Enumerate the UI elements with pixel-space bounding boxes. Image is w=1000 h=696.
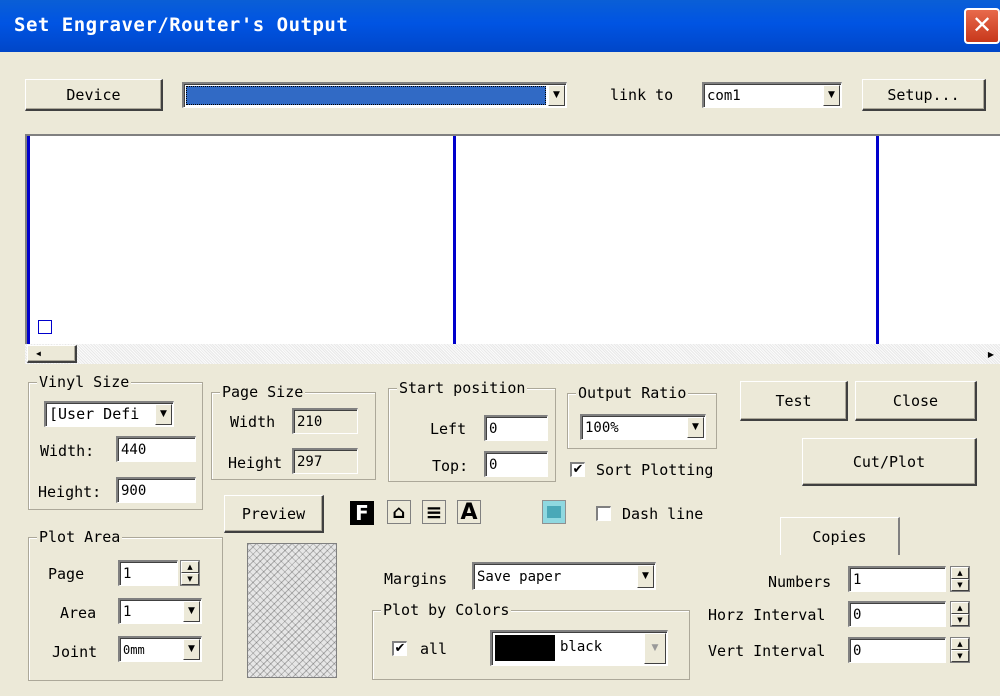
spin-down-icon[interactable]: ▼ bbox=[951, 614, 969, 626]
plot-page-label: Page bbox=[48, 565, 85, 583]
align-lines-icon[interactable]: ≡ bbox=[422, 500, 446, 524]
vinyl-height-label: Height: bbox=[38, 483, 102, 501]
window-title: Set Engraver/Router's Output bbox=[14, 14, 349, 36]
start-top-label: Top: bbox=[432, 457, 469, 475]
cut-plot-button[interactable]: Cut/Plot bbox=[802, 438, 977, 486]
device-select-value bbox=[186, 86, 546, 105]
vinyl-height-input[interactable]: 900 bbox=[116, 477, 196, 503]
link-to-select[interactable]: com1 ▼ bbox=[702, 82, 842, 108]
chevron-down-icon[interactable]: ▼ bbox=[637, 565, 654, 588]
link-to-value: com1 bbox=[707, 87, 741, 104]
plot-area-value: 1 bbox=[123, 603, 132, 620]
plot-page-spinner[interactable]: ▲ ▼ bbox=[180, 560, 200, 586]
page-height-value: 297 bbox=[292, 448, 358, 474]
joint-label: Joint bbox=[52, 643, 98, 661]
plot-area-select[interactable]: 1 ▼ bbox=[118, 598, 202, 624]
page-width-label: Width bbox=[230, 413, 276, 431]
spin-up-icon[interactable]: ▲ bbox=[951, 638, 969, 650]
start-top-input[interactable]: 0 bbox=[484, 451, 548, 477]
page-thumbnail bbox=[247, 543, 337, 678]
page-size-title: Page Size bbox=[220, 383, 306, 401]
sort-plotting-label: Sort Plotting bbox=[596, 461, 714, 479]
all-colors-checkbox[interactable]: ✔ bbox=[392, 641, 407, 656]
layout-preview-canvas[interactable] bbox=[25, 134, 1000, 344]
vinyl-size-preset-select[interactable]: [User Defi ▼ bbox=[44, 401, 174, 427]
numbers-spinner[interactable]: ▲ ▼ bbox=[950, 566, 970, 592]
vert-interval-label: Vert Interval bbox=[708, 642, 826, 660]
plot-area-title: Plot Area bbox=[37, 528, 123, 546]
spin-down-icon[interactable]: ▼ bbox=[181, 573, 199, 585]
margins-value: Save paper bbox=[477, 568, 562, 585]
vinyl-width-input[interactable]: 440 bbox=[116, 436, 196, 462]
numbers-input[interactable]: 1 bbox=[848, 566, 946, 592]
spin-down-icon[interactable]: ▼ bbox=[951, 579, 969, 591]
plot-by-colors-title: Plot by Colors bbox=[381, 601, 512, 619]
test-button[interactable]: Test bbox=[740, 381, 848, 421]
start-left-label: Left bbox=[430, 420, 467, 438]
plot-area-label: Area bbox=[60, 604, 97, 622]
chevron-down-icon[interactable]: ▼ bbox=[823, 85, 840, 106]
font-f-icon[interactable]: F bbox=[350, 501, 374, 525]
page-boundary-line bbox=[453, 136, 456, 344]
spin-up-icon[interactable]: ▲ bbox=[951, 567, 969, 579]
scroll-left-button[interactable]: ◀ bbox=[27, 345, 77, 363]
setup-button[interactable]: Setup... bbox=[862, 79, 986, 111]
close-button[interactable]: Close bbox=[855, 381, 977, 421]
close-icon[interactable]: ✕ bbox=[964, 8, 1000, 44]
chevron-down-icon[interactable]: ▼ bbox=[687, 417, 704, 438]
color-swatch bbox=[495, 635, 555, 661]
numbers-label: Numbers bbox=[768, 573, 832, 591]
spin-up-icon[interactable]: ▲ bbox=[181, 561, 199, 573]
chevron-down-icon[interactable]: ▼ bbox=[644, 633, 666, 664]
output-ratio-value: 100% bbox=[585, 419, 619, 436]
device-select[interactable]: ▼ bbox=[182, 82, 567, 108]
margins-label: Margins bbox=[384, 570, 448, 588]
all-colors-label: all bbox=[420, 640, 448, 658]
preview-button[interactable]: Preview bbox=[224, 495, 324, 533]
joint-value: 0mm bbox=[123, 642, 145, 657]
vinyl-size-title: Vinyl Size bbox=[37, 373, 132, 391]
vinyl-size-preset-value: [User Defi bbox=[49, 405, 140, 423]
chevron-down-icon[interactable]: ▼ bbox=[183, 601, 200, 622]
arrow-right-icon[interactable]: ▶ bbox=[984, 346, 998, 362]
dash-line-label: Dash line bbox=[622, 505, 704, 523]
origin-marker[interactable] bbox=[38, 320, 52, 334]
vinyl-width-label: Width: bbox=[40, 442, 95, 460]
text-a-icon[interactable]: A bbox=[457, 500, 481, 525]
page-boundary-line bbox=[876, 136, 879, 344]
arrow-left-icon: ◀ bbox=[36, 349, 41, 358]
start-position-title: Start position bbox=[397, 379, 528, 397]
page-height-label: Height bbox=[228, 454, 283, 472]
sort-plotting-checkbox[interactable]: ✔ bbox=[570, 462, 585, 477]
plot-page-input[interactable]: 1 bbox=[118, 560, 178, 586]
link-to-label: link to bbox=[610, 86, 674, 104]
output-ratio-title: Output Ratio bbox=[576, 384, 689, 402]
color-name: black bbox=[560, 639, 603, 655]
margins-select[interactable]: Save paper ▼ bbox=[472, 562, 656, 590]
page-boundary-line bbox=[27, 136, 30, 344]
vert-interval-input[interactable]: 0 bbox=[848, 637, 946, 663]
copies-tab[interactable]: Copies bbox=[780, 517, 900, 555]
color-select[interactable]: black ▼ bbox=[490, 630, 668, 666]
horizontal-scrollbar[interactable]: ◀ ▶ bbox=[25, 344, 1000, 364]
horz-interval-input[interactable]: 0 bbox=[848, 601, 946, 627]
spin-down-icon[interactable]: ▼ bbox=[951, 650, 969, 662]
chevron-down-icon[interactable]: ▼ bbox=[183, 639, 200, 660]
page-width-value: 210 bbox=[292, 408, 358, 434]
spin-up-icon[interactable]: ▲ bbox=[951, 602, 969, 614]
chevron-down-icon[interactable]: ▼ bbox=[548, 85, 565, 106]
horz-interval-spinner[interactable]: ▲ ▼ bbox=[950, 601, 970, 627]
output-ratio-select[interactable]: 100% ▼ bbox=[580, 414, 706, 440]
node-icon[interactable]: ⌂ bbox=[387, 500, 411, 524]
vert-interval-spinner[interactable]: ▲ ▼ bbox=[950, 637, 970, 663]
dash-line-checkbox[interactable] bbox=[596, 506, 611, 521]
device-button[interactable]: Device bbox=[25, 79, 163, 111]
chevron-down-icon[interactable]: ▼ bbox=[155, 404, 172, 425]
start-left-input[interactable]: 0 bbox=[484, 415, 548, 441]
joint-select[interactable]: 0mm ▼ bbox=[118, 636, 202, 662]
image-icon[interactable] bbox=[542, 500, 566, 524]
horz-interval-label: Horz Interval bbox=[708, 606, 826, 624]
